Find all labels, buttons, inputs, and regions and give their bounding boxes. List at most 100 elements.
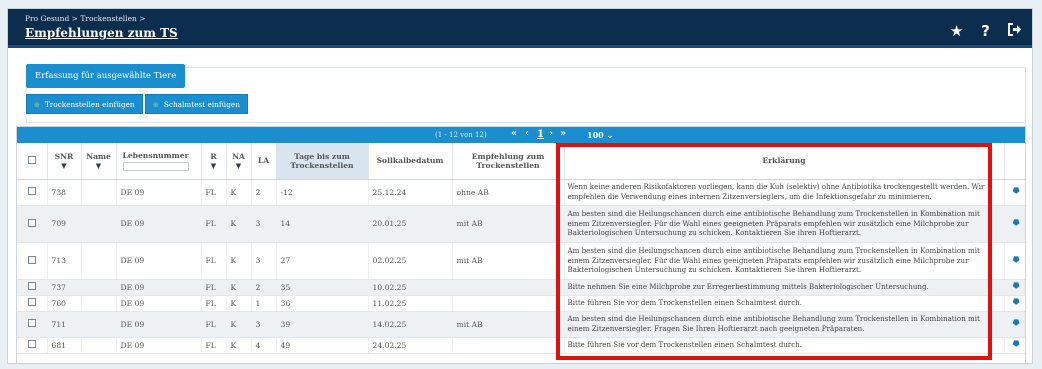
select-all-checkbox[interactable] <box>27 155 36 164</box>
row-checkbox[interactable] <box>27 319 36 327</box>
logout-icon[interactable] <box>1008 23 1022 39</box>
cell-la: 3 <box>251 242 277 280</box>
cell-snr: 711 <box>47 311 82 338</box>
row-checkbox[interactable] <box>27 340 36 348</box>
row-checkbox[interactable] <box>27 255 36 264</box>
tab-erfassung[interactable]: Erfassung für ausgewählte Tiere <box>26 64 186 88</box>
row-checkbox[interactable] <box>27 282 36 290</box>
last-page-icon[interactable]: » <box>560 128 566 139</box>
cell-empfehlung <box>452 295 565 312</box>
filter-icon[interactable]: ▼ <box>82 162 116 170</box>
col-r-label: R <box>210 151 217 161</box>
page-size-select[interactable]: 100 ⌄ <box>587 130 613 140</box>
breadcrumb-separator: > <box>71 14 78 23</box>
row-checkbox[interactable] <box>27 187 36 195</box>
action-cell: ⯂ <box>1004 295 1025 312</box>
cell-la: 2 <box>251 179 277 206</box>
col-erklaerung[interactable]: Erklärung <box>564 143 1005 180</box>
page-title[interactable]: Empfehlungen zum TS <box>25 26 178 40</box>
row-checkbox[interactable] <box>27 218 36 227</box>
star-icon[interactable]: ★ <box>950 23 963 39</box>
cell-name <box>81 179 117 206</box>
breadcrumb: Pro Gesund > Trockenstellen > <box>25 14 146 23</box>
hierarchy-icon[interactable]: ⯂ <box>1012 256 1019 266</box>
cell-sollkalbedatum: 11.02.25 <box>368 295 453 312</box>
filter-icon[interactable]: ▼ <box>202 162 226 170</box>
col-tage[interactable]: Tage bis zum Trockenstellen <box>276 143 369 180</box>
add-schalmtest-button[interactable]: ⊕ Schalmtest einfügen <box>145 94 248 114</box>
hierarchy-icon[interactable]: ⯂ <box>1012 298 1019 308</box>
first-page-icon[interactable]: « <box>511 128 517 139</box>
row-checkbox[interactable] <box>27 298 36 306</box>
table-row[interactable]: 709 DE 09 FL K 3 14 20.01.25 mit AB Am besten si… <box>17 205 1025 243</box>
cell-la: 3 <box>251 311 277 338</box>
col-na[interactable]: NA ▼ <box>226 143 252 180</box>
header-icons: ★ ? <box>950 23 1022 39</box>
hierarchy-icon[interactable]: ⯂ <box>1012 319 1019 329</box>
pager-range: (1 - 12 von 12) <box>435 131 487 139</box>
col-erkl-label: Erklärung <box>762 156 806 166</box>
cell-lebensnummer: DE 09 <box>116 242 202 280</box>
select-cell <box>17 205 48 243</box>
cell-r: FL <box>201 311 227 338</box>
cell-name <box>81 279 117 296</box>
cell-snr: 738 <box>47 179 82 206</box>
cell-tage: 27 <box>276 242 369 280</box>
breadcrumb-item-trockenstellen[interactable]: Trockenstellen <box>80 14 136 23</box>
cell-tage: 49 <box>276 337 369 354</box>
plus-icon: ⊕ <box>153 101 159 109</box>
table-row[interactable]: 711 DE 09 FL K 3 39 14.02.25 mit AB Am besten si… <box>17 311 1025 338</box>
col-la-label: LA <box>257 156 270 166</box>
hierarchy-icon[interactable]: ⯂ <box>1012 219 1019 229</box>
col-name[interactable]: Name ▼ <box>81 143 117 180</box>
cell-na: K <box>226 179 252 206</box>
cell-lebensnummer: DE 09 <box>116 337 202 354</box>
table-row[interactable]: 681 DE 09 FL K 4 49 24.02.25 Bitte führen Sie v… <box>17 337 1025 354</box>
cell-snr: 681 <box>47 337 82 354</box>
hierarchy-icon[interactable]: ⯂ <box>1012 340 1019 350</box>
next-page-icon[interactable]: › <box>549 128 553 139</box>
hierarchy-icon[interactable]: ⯂ <box>1012 187 1019 197</box>
cell-name <box>81 337 117 354</box>
prev-page-icon[interactable]: ‹ <box>525 128 529 139</box>
cell-sollkalbedatum: 24.02.25 <box>368 337 453 354</box>
breadcrumb-separator: > <box>139 14 146 23</box>
cell-sollkalbedatum: 10.02.25 <box>368 279 453 296</box>
table-row[interactable]: 737 DE 09 FL K 2 35 10.02.25 Bitte nehmen Sie e… <box>17 279 1025 296</box>
cell-tage: -12 <box>276 179 369 206</box>
action-cell: ⯂ <box>1004 242 1025 280</box>
cell-erklaerung: Am besten sind die Heilungschancen durch… <box>564 242 1005 280</box>
plus-icon: ⊕ <box>34 101 40 109</box>
table-row[interactable]: 738 DE 09 FL K 2 -12 25.12.24 ohne AB Wenn keine… <box>17 179 1025 206</box>
cell-erklaerung: Wenn keine anderen Risikofaktoren vorlie… <box>564 179 1005 206</box>
col-snr[interactable]: SNR ▼ <box>47 143 82 180</box>
col-la[interactable]: LA <box>251 143 277 180</box>
lebensnummer-filter-input[interactable] <box>122 161 189 171</box>
cell-r: FL <box>201 205 227 243</box>
help-icon[interactable]: ? <box>981 23 990 39</box>
select-cell <box>17 279 48 296</box>
add-trockenstellen-button[interactable]: ⊕ Trockenstellen einfügen <box>26 94 143 114</box>
current-page[interactable]: 1 <box>537 129 544 140</box>
col-lebensnummer[interactable]: Lebensnummer <box>116 143 202 180</box>
action-cell: ⯂ <box>1004 279 1025 296</box>
table-row[interactable]: 713 DE 09 FL K 3 27 02.02.25 mit AB Am besten si… <box>17 242 1025 280</box>
table-row[interactable]: 760 DE 09 FL K 1 36 11.02.25 Bitte führen Sie v… <box>17 295 1025 312</box>
col-empfehlung[interactable]: Empfehlung zum Trockenstellen <box>452 143 565 180</box>
cell-na: K <box>226 205 252 243</box>
cell-sollkalbedatum: 25.12.24 <box>368 179 453 206</box>
filter-icon[interactable]: ▼ <box>227 162 251 170</box>
filter-icon[interactable]: ▼ <box>48 162 81 170</box>
cell-la: 2 <box>251 279 277 296</box>
col-snr-label: SNR <box>54 151 74 161</box>
cell-erklaerung: Bitte nehmen Sie eine Milchprobe zur Err… <box>564 279 1005 296</box>
col-r[interactable]: R ▼ <box>201 143 227 180</box>
add-schalmtest-label: Schalmtest einfügen <box>163 100 240 109</box>
cell-name <box>81 242 117 280</box>
select-cell <box>17 295 48 312</box>
cell-erklaerung: Am besten sind die Heilungschancen durch… <box>564 205 1005 243</box>
col-sollkalbedatum[interactable]: Sollkalbedatum <box>368 143 453 180</box>
cell-erklaerung: Bitte führen Sie vor dem Trockenstellen … <box>564 295 1005 312</box>
breadcrumb-item-pro-gesund[interactable]: Pro Gesund <box>25 14 69 23</box>
hierarchy-icon[interactable]: ⯂ <box>1012 282 1019 292</box>
